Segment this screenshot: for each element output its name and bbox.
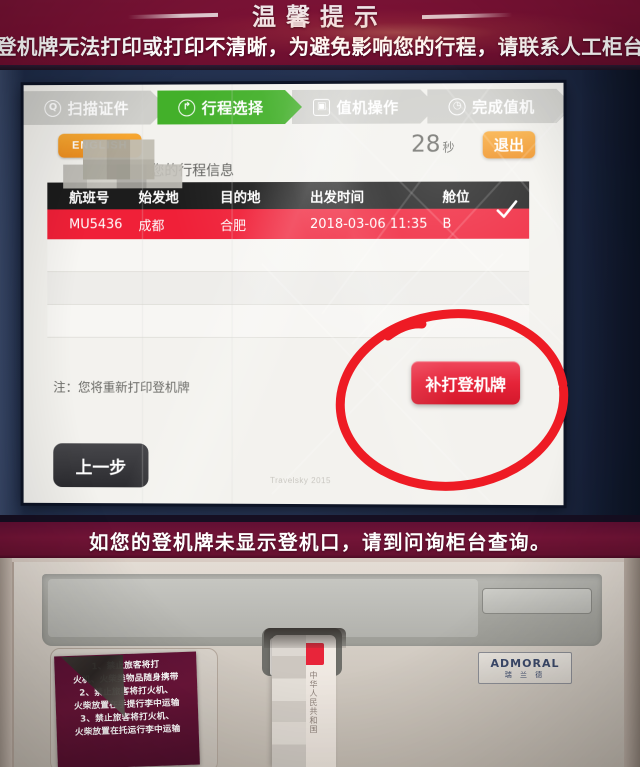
step-label: 完成值机	[472, 95, 535, 116]
step-checkin-operation[interactable]: ▣ 值机操作	[292, 89, 420, 124]
brand-name: ADMORAL	[491, 657, 560, 670]
timer-unit: 秒	[442, 140, 454, 154]
privacy-mosaic-upper	[83, 139, 154, 179]
id-card-text: 中华人民共和国	[308, 671, 319, 734]
table-empty-row	[47, 272, 529, 305]
table-empty-row	[47, 239, 529, 272]
col-flight-no: 航班号	[47, 186, 138, 206]
step-complete-checkin[interactable]: ◷ 完成值机	[427, 89, 556, 124]
step-itinerary-select[interactable]: ↱ 行程选择	[157, 90, 285, 124]
step-label: 值机操作	[337, 96, 399, 117]
step-scan-id[interactable]: Q 扫描证件	[24, 91, 151, 125]
banner-title: 温馨提示	[0, 0, 640, 32]
cell-flight-no: MU5436	[47, 217, 138, 232]
kiosk-photo: 温馨提示 登机牌无法打印或打印不清晰，为避免影响您的行程，请联系人工柜台! Q …	[0, 0, 640, 767]
checkin-icon: ▣	[313, 98, 330, 115]
itinerary-table: 航班号 始发地 目的地 出发时间 舱位 MU5436 成都 合肥 2018-03…	[47, 181, 529, 338]
row-selected-check-icon	[495, 198, 519, 222]
top-notice-banner: 温馨提示 登机牌无法打印或打印不清晰，为避免影响您的行程，请联系人工柜台!	[0, 0, 640, 72]
reprint-boarding-pass-button[interactable]: 补打登机牌	[411, 361, 520, 404]
bottom-banner-message: 如您的登机牌未显示登机口，请到问询柜台查询。	[0, 526, 640, 555]
scan-id-icon: Q	[45, 99, 62, 116]
bottom-notice-banner: 如您的登机牌未显示登机口，请到问询柜台查询。	[0, 515, 640, 560]
exit-button[interactable]: 退出	[483, 131, 535, 158]
step-label: 行程选择	[202, 97, 264, 118]
itinerary-icon: ↱	[179, 99, 196, 116]
kiosk-touchscreen[interactable]: Q 扫描证件 ↱ 行程选择 ▣ 值机操作 ◷ 完成值机 ENGLISH 28秒 …	[24, 83, 564, 505]
cell-destination: 合肥	[220, 214, 310, 233]
inserted-id-card: 中华人民共和国	[272, 635, 336, 767]
banner-message: 登机牌无法打印或打印不清晰，为避免影响您的行程，请联系人工柜台!	[0, 30, 640, 60]
brand-subtitle: 瑞 兰 德	[505, 670, 545, 680]
kiosk-lower-left-edge	[0, 558, 12, 767]
session-timer: 28 秒	[411, 131, 455, 157]
vendor-watermark: Travelsky 2015	[270, 476, 331, 485]
back-button[interactable]: 上一步	[53, 443, 148, 487]
kiosk-lower-right-edge	[624, 558, 640, 767]
id-card-privacy-mosaic	[272, 635, 306, 767]
reprint-note: 注：您将重新打印登机牌	[53, 377, 189, 396]
kiosk-left-highlight	[0, 70, 24, 525]
complete-icon: ◷	[449, 98, 466, 115]
step-label: 扫描证件	[68, 97, 129, 118]
col-origin: 始发地	[139, 186, 221, 206]
table-empty-row	[47, 305, 529, 338]
table-row[interactable]: MU5436 成都 合肥 2018-03-06 11:35 B	[47, 209, 529, 240]
col-destination: 目的地	[220, 185, 310, 205]
tray-side-button[interactable]	[482, 588, 592, 614]
cell-departure-time: 2018-03-06 11:35	[310, 216, 442, 231]
kiosk-right-shadow	[582, 70, 640, 525]
checkin-step-nav: Q 扫描证件 ↱ 行程选择 ▣ 值机操作 ◷ 完成值机	[24, 89, 564, 125]
brand-plate: ADMORAL 瑞 兰 德	[478, 652, 572, 684]
tray-slot	[48, 579, 478, 637]
cell-origin: 成都	[139, 215, 221, 234]
timer-value: 28	[411, 131, 440, 157]
id-card-slot-shadow	[264, 628, 346, 648]
col-departure-time: 出发时间	[310, 185, 442, 205]
